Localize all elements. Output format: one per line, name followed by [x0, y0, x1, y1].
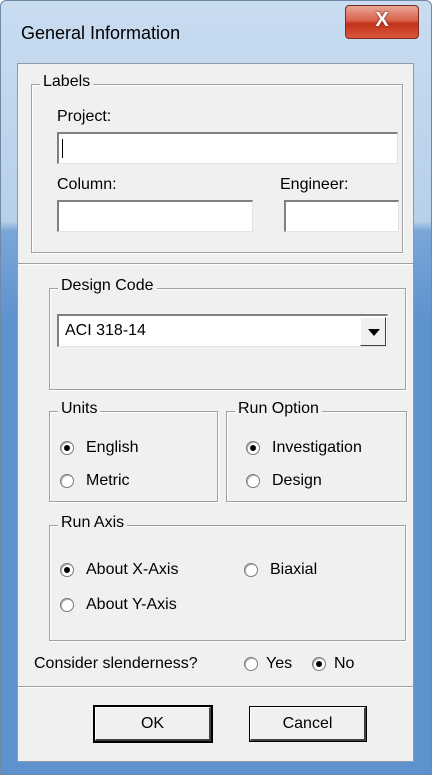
- run-option-investigation-label: Investigation: [272, 439, 362, 456]
- units-radio-english[interactable]: English: [60, 439, 200, 459]
- run-axis-group: Run Axis: [49, 514, 406, 641]
- radio-icon: [244, 657, 258, 671]
- radio-selected-dot: [64, 567, 70, 573]
- window-title: General Information: [21, 23, 181, 43]
- run-option-radio-design[interactable]: Design: [246, 472, 396, 492]
- radio-icon: [246, 474, 260, 488]
- cancel-button[interactable]: Cancel: [250, 707, 366, 741]
- title-bar[interactable]: General Information X: [1, 1, 431, 63]
- radio-icon: [60, 474, 74, 488]
- labels-legend: Labels: [40, 73, 94, 91]
- slenderness-radio-no[interactable]: No: [312, 655, 382, 675]
- slenderness-radio-yes[interactable]: Yes: [244, 655, 314, 675]
- engineer-input[interactable]: [284, 200, 399, 232]
- separator: [18, 263, 413, 265]
- engineer-label: Engineer:: [280, 176, 349, 193]
- run-axis-radio-biaxial[interactable]: Biaxial: [244, 561, 364, 581]
- run-axis-about-y-label: About Y-Axis: [86, 596, 177, 613]
- text-caret: [62, 139, 63, 158]
- radio-selected-dot: [250, 445, 256, 451]
- units-metric-label: Metric: [86, 472, 130, 489]
- run-axis-about-x-label: About X-Axis: [86, 561, 179, 578]
- run-option-design-label: Design: [272, 472, 322, 489]
- run-axis-legend: Run Axis: [58, 514, 128, 532]
- ok-button[interactable]: OK: [95, 707, 211, 741]
- radio-icon: [60, 441, 74, 455]
- radio-selected-dot: [64, 445, 70, 451]
- run-axis-radio-about-x[interactable]: About X-Axis: [60, 561, 220, 581]
- radio-icon: [244, 563, 258, 577]
- units-radio-metric[interactable]: Metric: [60, 472, 200, 492]
- close-button[interactable]: X: [345, 5, 419, 39]
- project-label: Project:: [57, 108, 112, 125]
- design-code-dropdown[interactable]: ACI 318-14: [57, 314, 388, 347]
- radio-icon: [60, 563, 74, 577]
- radio-icon: [246, 441, 260, 455]
- radio-icon: [60, 598, 74, 612]
- slenderness-label: Consider slenderness?: [34, 655, 198, 672]
- run-axis-radio-about-y[interactable]: About Y-Axis: [60, 596, 220, 616]
- units-english-label: English: [86, 439, 139, 456]
- project-input[interactable]: [57, 132, 398, 164]
- dialog-client-area: Labels Project: Column: Engineer: Design…: [17, 63, 414, 762]
- column-input[interactable]: [57, 200, 253, 232]
- dropdown-button[interactable]: [360, 317, 386, 346]
- close-icon: X: [375, 9, 389, 31]
- dialog-window: General Information X Labels Project: Co…: [0, 0, 432, 775]
- slenderness-yes-label: Yes: [266, 655, 293, 672]
- design-code-selected: ACI 318-14: [65, 322, 146, 339]
- design-code-legend: Design Code: [58, 277, 157, 295]
- separator: [18, 686, 413, 688]
- run-option-legend: Run Option: [235, 400, 322, 418]
- radio-selected-dot: [316, 661, 322, 667]
- column-label: Column:: [57, 176, 117, 193]
- radio-icon: [312, 657, 326, 671]
- run-axis-biaxial-label: Biaxial: [270, 561, 318, 578]
- units-legend: Units: [58, 400, 101, 418]
- chevron-down-icon: [368, 329, 380, 336]
- slenderness-no-label: No: [334, 655, 355, 672]
- run-option-radio-investigation[interactable]: Investigation: [246, 439, 396, 459]
